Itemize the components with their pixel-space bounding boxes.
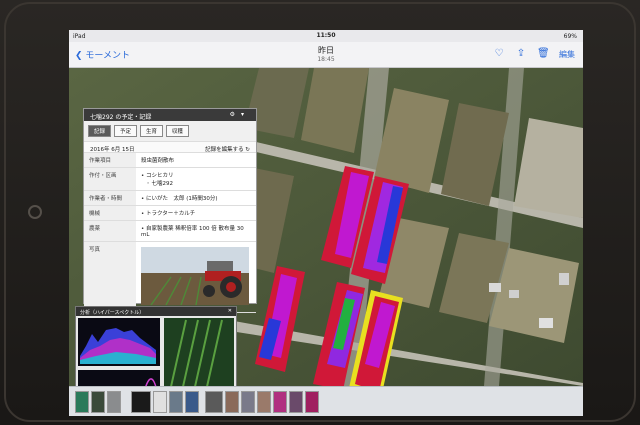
thumbnail[interactable] (225, 391, 239, 413)
battery-level: 69% (563, 33, 577, 40)
tab-harvest[interactable]: 収穫 (166, 125, 190, 137)
photos-nav-bar: ❮ モーメント 昨日 18:45 ♡ ⇪ 🗑 編集 (69, 42, 583, 68)
record-value: • トラクター＋カルチ (141, 211, 196, 217)
tractor-photo[interactable] (141, 247, 249, 306)
record-panel-header: 七噛292 の予定・記録 ⚙▾ (84, 109, 256, 121)
gear-icon[interactable]: ⚙ (230, 111, 241, 118)
record-value: • 自家製農薬 稀釈倍率 100 倍 散布量 30 mL (141, 226, 244, 238)
clock: 11:50 (316, 32, 336, 39)
record-value: • コシヒカリ ◦ 七噛292 (141, 173, 174, 187)
thumbnail[interactable] (205, 391, 223, 413)
refresh-icon: ↻ (245, 147, 250, 153)
record-key: 写真 (84, 242, 136, 312)
record-date-row: 2016年 6月 15日 記録を編集する ↻ (84, 141, 256, 153)
thumbnail[interactable] (273, 391, 287, 413)
tab-records[interactable]: 記録 (88, 125, 112, 137)
edit-record-link[interactable]: 記録を編集する ↻ (205, 145, 250, 153)
analysis-panel-title: 分析（ハイパースペクトル） (80, 310, 145, 316)
record-row: 作業者・時間 • にいがた 太郎 (1時間30分) (84, 191, 256, 206)
record-value: • にいがた 太郎 (1時間30分) (141, 196, 218, 202)
record-row: 農薬 • 自家製農薬 稀釈倍率 100 倍 散布量 30 mL (84, 221, 256, 242)
nav-actions: ♡ ⇪ 🗑 編集 (493, 48, 575, 60)
hyperspectral-analysis-panel: 分析（ハイパースペクトル） ✕ (75, 306, 237, 386)
record-key: 作付・区画 (84, 168, 136, 190)
record-row: 作付・区画 • コシヒカリ ◦ 七噛292 (84, 168, 256, 191)
trash-icon[interactable]: 🗑 (537, 48, 550, 60)
tablet-screen: iPad 11:50 69% ❮ モーメント 昨日 18:45 ♡ ⇪ 🗑 編集 (69, 30, 583, 416)
thumbnail[interactable] (185, 391, 199, 413)
thumbnail-strip (69, 386, 583, 416)
home-button[interactable] (28, 205, 42, 219)
panel-tools: ⚙▾ (230, 111, 250, 118)
share-icon[interactable]: ⇪ (515, 48, 527, 60)
thumbnail[interactable] (257, 391, 271, 413)
aerial-map-photo[interactable]: 七噛292 の予定・記録 ⚙▾ 記録 予定 生育 収穫 2016年 6月 15日… (69, 68, 583, 386)
record-key: 農薬 (84, 221, 136, 241)
record-row: 機械 • トラクター＋カルチ (84, 206, 256, 221)
record-row: 写真 (84, 242, 256, 313)
record-key: 作業項目 (84, 153, 136, 167)
record-panel-title: 七噛292 の予定・記録 (90, 114, 152, 121)
field-record-panel: 七噛292 の予定・記録 ⚙▾ 記録 予定 生育 収穫 2016年 6月 15日… (83, 108, 257, 313)
thumbnail[interactable] (91, 391, 105, 413)
thumbnail[interactable] (75, 391, 89, 413)
spectral-graphs (78, 318, 234, 386)
thumbnail[interactable] (305, 391, 319, 413)
close-icon[interactable]: ▾ (241, 111, 250, 118)
edit-button[interactable]: 編集 (559, 49, 575, 60)
record-key: 作業者・時間 (84, 191, 136, 205)
tab-plans[interactable]: 予定 (114, 125, 138, 137)
record-tabs: 記録 予定 生育 収穫 (84, 121, 256, 141)
thumbnail[interactable] (169, 391, 183, 413)
thumbnail[interactable] (289, 391, 303, 413)
heart-icon[interactable]: ♡ (493, 48, 505, 60)
thumbnail[interactable] (107, 391, 121, 413)
thumbnail[interactable] (131, 391, 151, 413)
analysis-panel-header: 分析（ハイパースペクトル） ✕ (76, 307, 236, 316)
record-row: 作業項目 殺虫菌剤散布 (84, 153, 256, 168)
record-photo-cell (136, 242, 256, 312)
record-key: 機械 (84, 206, 136, 220)
tablet-device: iPad 11:50 69% ❮ モーメント 昨日 18:45 ♡ ⇪ 🗑 編集 (0, 0, 640, 425)
status-bar: iPad 11:50 69% (69, 30, 583, 42)
record-value: 殺虫菌剤散布 (141, 158, 175, 164)
record-date: 2016年 6月 15日 (90, 147, 135, 153)
thumbnail[interactable] (153, 391, 167, 413)
close-icon[interactable]: ✕ (228, 308, 232, 314)
thumbnail[interactable] (241, 391, 255, 413)
tab-growth[interactable]: 生育 (140, 125, 164, 137)
